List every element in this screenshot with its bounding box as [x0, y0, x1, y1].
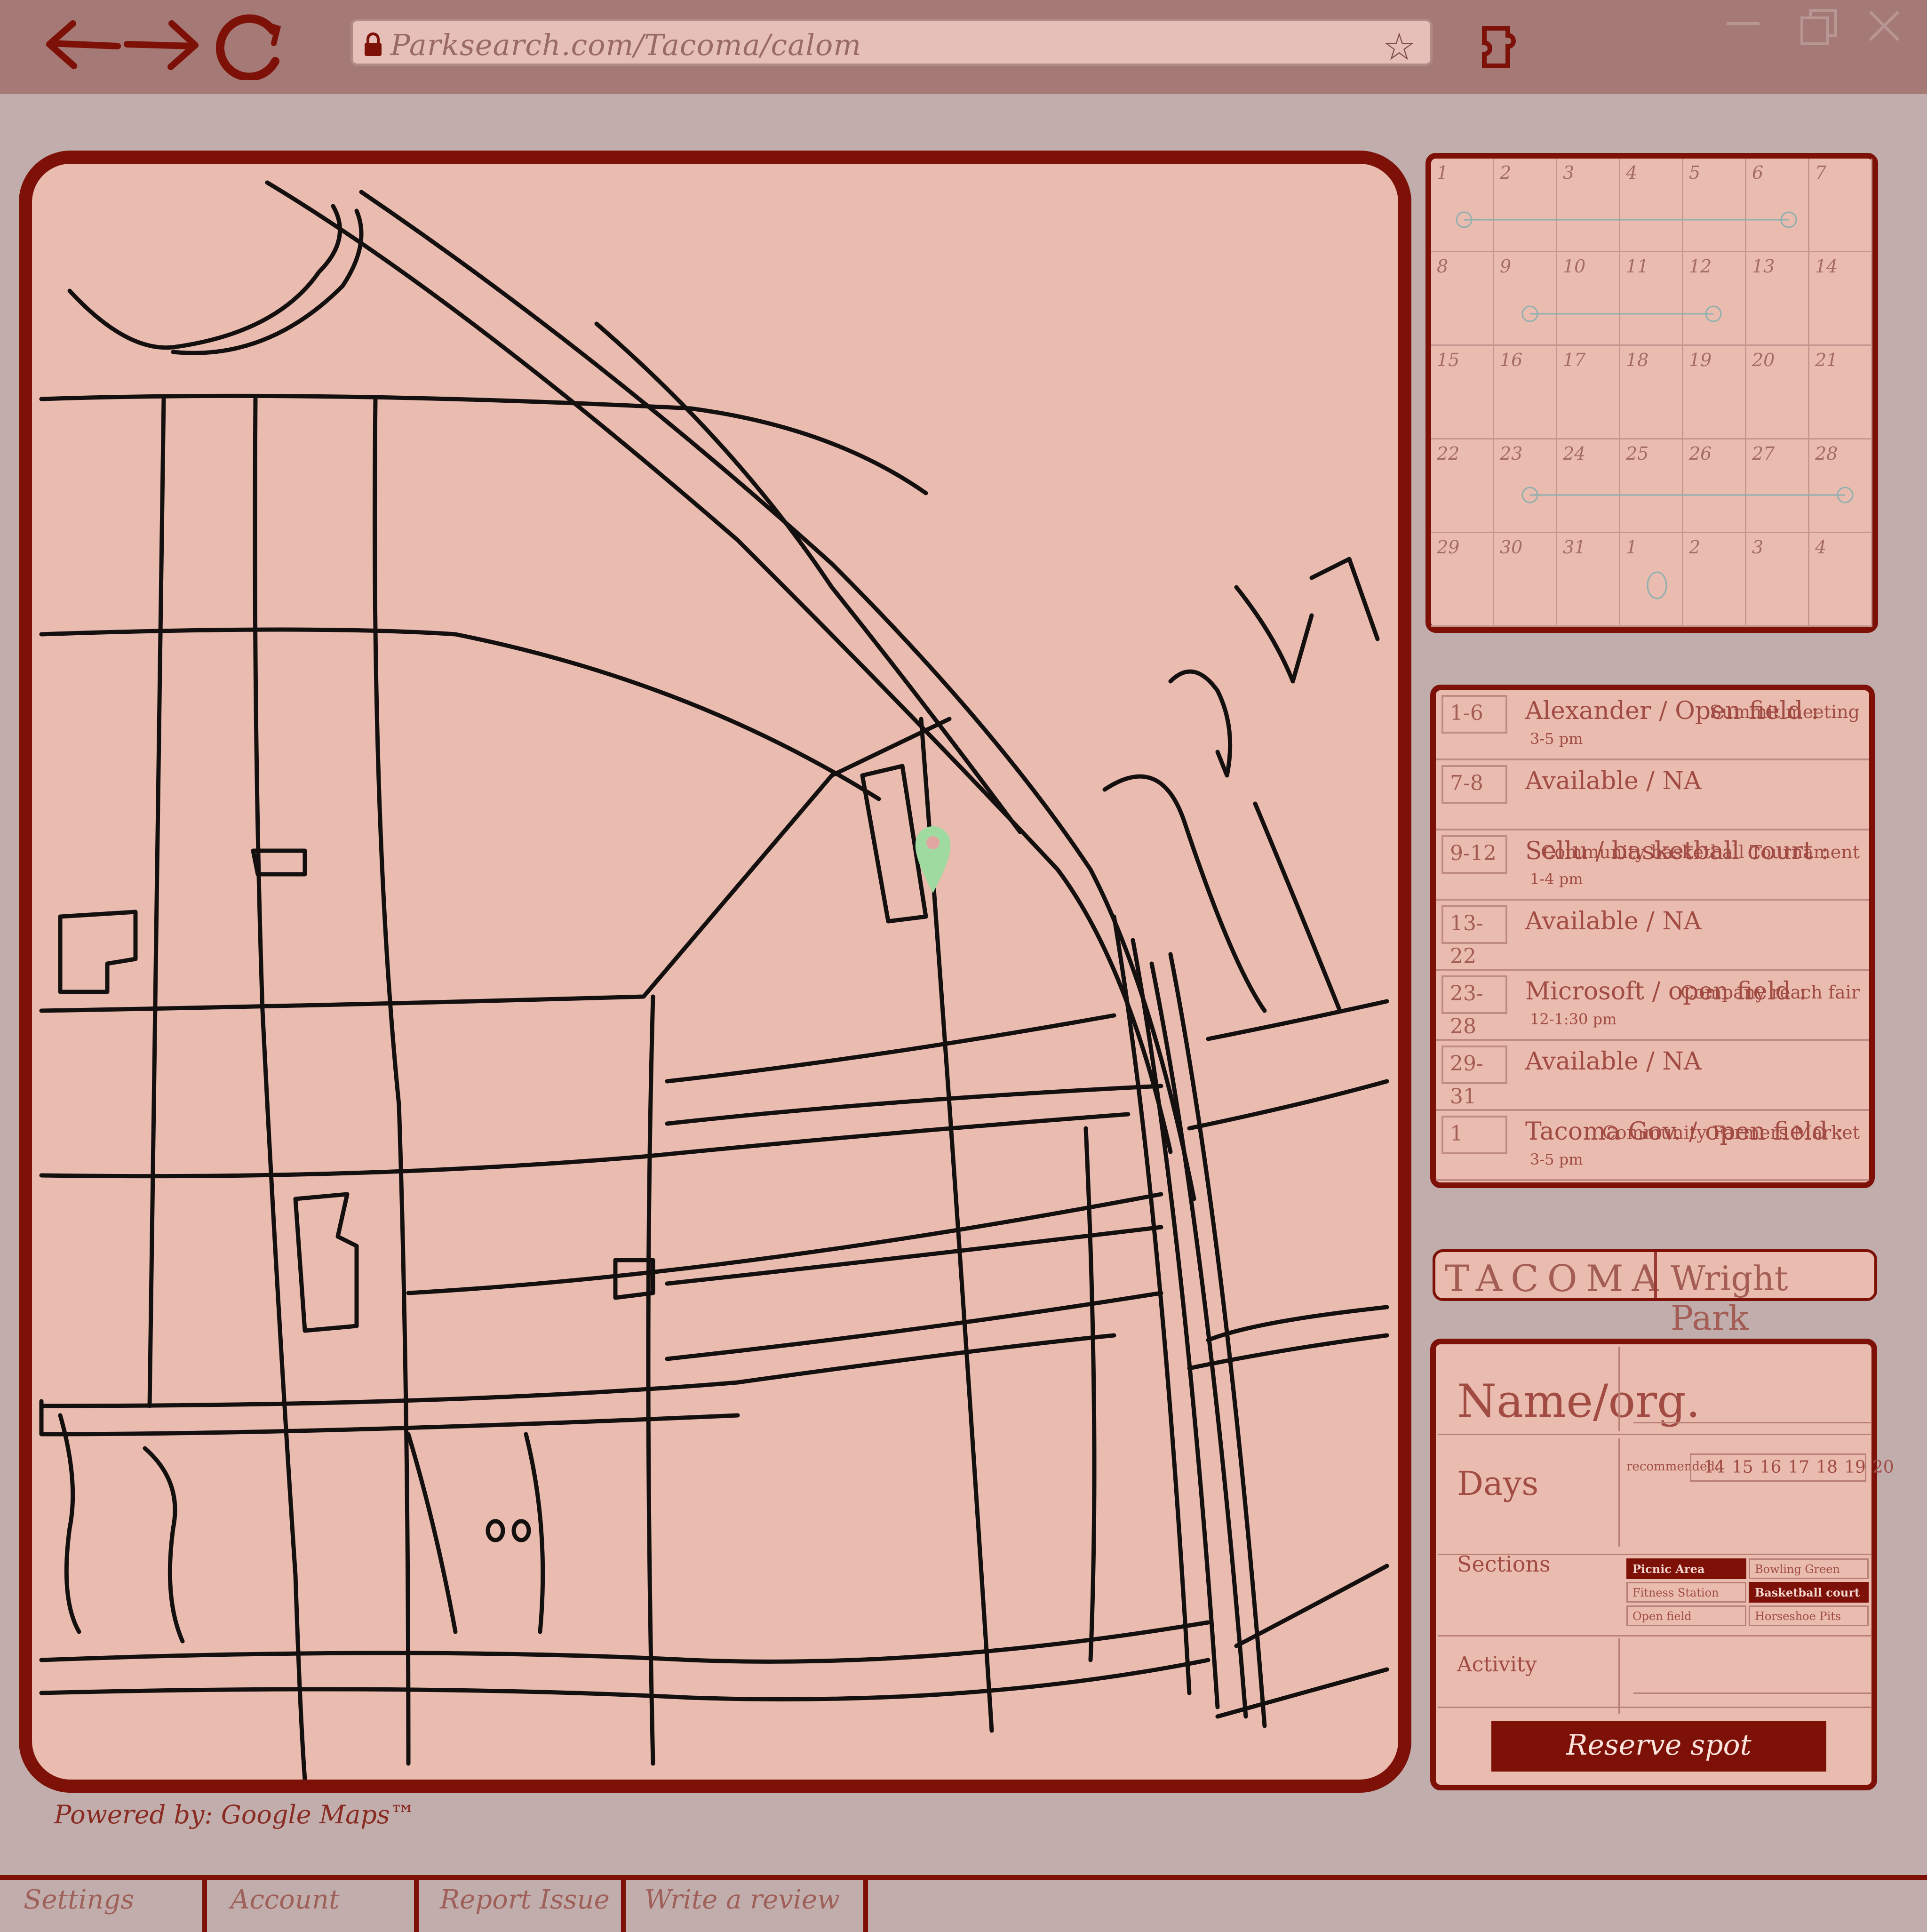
days-label: Days — [1457, 1464, 1539, 1503]
address-bar[interactable]: Parksearch.com/Tacoma/calom ☆ — [350, 19, 1433, 69]
schedule-booking: Available / NA — [1525, 1047, 1702, 1076]
form-divider — [1438, 1635, 1871, 1637]
location-bar[interactable]: TACOMA Wright Park — [1433, 1249, 1877, 1338]
schedule-event: Community basketball Tournament — [1541, 842, 1860, 862]
schedule-event: Community Farmers Market — [1602, 1122, 1860, 1143]
activity-label: Activity — [1457, 1653, 1537, 1677]
recommended-days[interactable]: 14 15 16 17 18 19 20 — [1690, 1453, 1894, 1482]
name-label: Name/org. — [1457, 1375, 1701, 1428]
section-option[interactable]: Open field — [1626, 1605, 1746, 1626]
footer-tab-account[interactable]: Account — [216, 1884, 340, 1932]
url-text[interactable]: Parksearch.com/Tacoma/calom — [390, 28, 861, 62]
reservation-form: Name/org. Days recommended: 14 15 16 17 18 19… — [1430, 1339, 1894, 1790]
calendar-booking-lines — [1456, 211, 1854, 599]
bookmark-star-icon[interactable]: ☆ — [1382, 25, 1416, 69]
schedule-dates: 23-28 — [1441, 975, 1507, 1038]
map-streets[interactable] — [32, 164, 1398, 1780]
form-divider — [1438, 1707, 1871, 1708]
form-divider — [1618, 1347, 1620, 1431]
schedule-booking: Available / NA — [1525, 907, 1702, 935]
schedule-dates: 29-31 — [1441, 1046, 1507, 1109]
schedule-time: 12-1:30 pm — [1530, 1010, 1617, 1028]
footer-separator — [621, 1880, 626, 1932]
schedule-dates: 13-22 — [1441, 905, 1507, 968]
recommended-day[interactable]: 15 — [1732, 1458, 1753, 1477]
schedule-row: 13-22 Available / NA — [1436, 901, 1869, 971]
puzzle-icon — [1482, 26, 1516, 68]
schedule-row: 9-12 Sellu / basketball court : Community … — [1436, 830, 1869, 901]
schedule-event: Summit meeting — [1709, 702, 1860, 722]
schedule-time: 1-4 pm — [1530, 870, 1583, 888]
schedule-row: 23-28 Microsoft / open field : Company rea… — [1436, 971, 1869, 1041]
schedule-dates: 9-12 — [1441, 835, 1507, 874]
form-divider — [1618, 1438, 1620, 1547]
recommended-day[interactable]: 16 — [1760, 1458, 1782, 1477]
recommended-day[interactable]: 20 — [1872, 1458, 1894, 1477]
section-option[interactable]: Basketball court — [1749, 1582, 1869, 1603]
close-icon[interactable] — [1858, 5, 1910, 52]
arrow-right-icon — [124, 20, 199, 70]
footer-separator — [414, 1880, 419, 1932]
footer-tab-report-issue[interactable]: Report Issue — [426, 1884, 610, 1932]
schedule-event: Company reach fair — [1680, 982, 1860, 1003]
minimize-icon[interactable] — [1717, 5, 1769, 52]
recommended-day[interactable]: 14 — [1704, 1458, 1725, 1477]
section-option[interactable]: Bowling Green — [1749, 1558, 1869, 1579]
recommended-day[interactable]: 19 — [1844, 1458, 1866, 1477]
schedule-time: 3-5 pm — [1530, 1150, 1583, 1168]
schedule-row: 1-6 Alexander / Open field : Summit meetin… — [1436, 690, 1869, 760]
schedule-time: 3-5 pm — [1530, 730, 1583, 748]
form-divider — [1618, 1638, 1620, 1714]
footer-separator — [863, 1880, 868, 1932]
map-attribution: Powered by: Google Maps™ — [54, 1800, 415, 1829]
back-button[interactable] — [35, 9, 125, 80]
recommended-day[interactable]: 18 — [1816, 1458, 1838, 1477]
activity-input[interactable] — [1633, 1692, 1871, 1694]
schedule-row: 7-8 Available / NA — [1436, 760, 1869, 830]
recommended-day[interactable]: 17 — [1788, 1458, 1809, 1477]
availability-calendar[interactable]: 1 2 3 4 5 6 7 8 9 10 11 12 13 14 15 16 17 18 19 20 21 22 23 24 2… — [1425, 153, 1878, 633]
reload-icon — [215, 14, 281, 81]
city-name[interactable]: TACOMA — [1445, 1258, 1667, 1300]
footer-tab-write-a-review[interactable]: Write a review — [630, 1884, 840, 1932]
arrow-left-icon — [46, 20, 121, 69]
lock-icon — [365, 32, 382, 56]
section-option[interactable]: Fitness Station — [1626, 1582, 1746, 1603]
schedule-dates: 7-8 — [1441, 765, 1507, 804]
location-divider — [1654, 1252, 1657, 1298]
section-option[interactable]: Horseshoe Pits — [1749, 1605, 1869, 1626]
form-divider — [1438, 1434, 1871, 1435]
extension-button[interactable] — [1477, 21, 1529, 73]
map-view[interactable] — [19, 151, 1411, 1793]
schedule-row: 1 Tacoma Gov. / open field : Community Far… — [1436, 1111, 1869, 1181]
section-option[interactable]: Picnic Area — [1626, 1558, 1746, 1579]
map-pin-icon[interactable] — [912, 820, 954, 895]
footer-bar: Settings Account Report Issue Write a revie… — [0, 1875, 1927, 1932]
forward-button[interactable] — [120, 9, 209, 80]
park-name[interactable]: Wright Park — [1671, 1259, 1874, 1338]
name-input[interactable] — [1633, 1422, 1871, 1423]
reserve-spot-button[interactable]: Reserve spot — [1491, 1721, 1826, 1772]
schedule-booking: Available / NA — [1525, 767, 1702, 795]
maximize-icon[interactable] — [1792, 5, 1844, 52]
schedule-dates: 1 — [1441, 1116, 1507, 1154]
sections-label: Sections — [1457, 1551, 1551, 1577]
schedule-dates: 1-6 — [1441, 695, 1507, 734]
reload-button[interactable] — [207, 9, 287, 81]
footer-tab-settings[interactable]: Settings — [9, 1884, 134, 1932]
reservation-schedule: 1-6 Alexander / Open field : Summit meetin… — [1430, 685, 1875, 1188]
footer-separator — [202, 1880, 207, 1932]
schedule-row: 29-31 Available / NA — [1436, 1041, 1869, 1111]
browser-toolbar: Parksearch.com/Tacoma/calom ☆ — [0, 0, 1927, 94]
